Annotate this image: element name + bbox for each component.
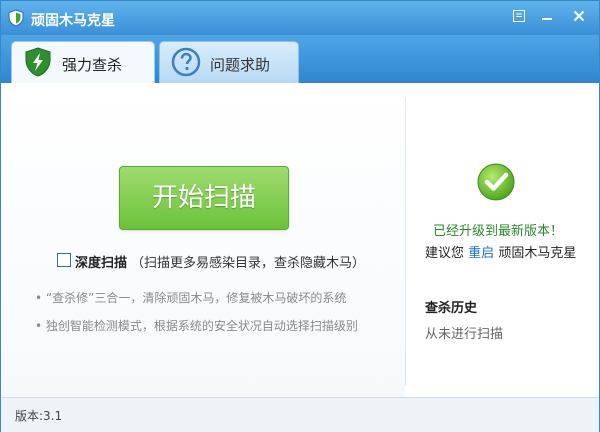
minimize-icon [542, 18, 552, 20]
title-bar[interactable]: 顽固木马克星 [1, 1, 599, 35]
tab-label: 问题求助 [210, 56, 271, 74]
status-bar: 版本:3.1 [1, 397, 599, 432]
tab-strong-scan[interactable]: 强力查杀 [11, 41, 155, 84]
close-button[interactable] [569, 7, 589, 25]
feature-item: • “查杀修”三合一，清除顽固木马，修复被木马破坏的系统 [35, 291, 347, 305]
version-label: 版本:3.1 [15, 409, 63, 423]
history-text: 从未进行扫描 [425, 327, 504, 342]
app-window: 顽固木马克星 强力查杀 问题求助 开始扫描 深度扫描 （扫描更多易感染目录，查杀… [0, 0, 600, 432]
scan-panel [1, 83, 405, 397]
suggest-suffix: 顽固木马克星 [498, 246, 577, 261]
status-panel [406, 83, 599, 397]
menu-button[interactable] [509, 7, 529, 25]
tab-bar: 强力查杀 问题求助 [1, 35, 599, 84]
tab-help[interactable]: 问题求助 [159, 41, 299, 84]
restart-suggestion: 建议您 重启 顽固木马克星 [425, 242, 576, 261]
app-shield-icon [8, 9, 24, 27]
upgrade-status: 已经升级到最新版本！ [433, 224, 564, 239]
feature-text: “查杀修”三合一，清除顽固木马，修复被木马破坏的系统 [45, 291, 347, 305]
window-title: 顽固木马克星 [31, 13, 115, 29]
history-title: 查杀历史 [425, 301, 478, 316]
close-icon [573, 10, 585, 22]
feature-text: 独创智能检测模式，根据系统的安全状况自动选择扫描级别 [45, 319, 358, 333]
restart-link[interactable]: 重启 [468, 246, 494, 261]
menu-icon [513, 10, 525, 22]
check-icon [477, 163, 515, 201]
minimize-button[interactable] [537, 7, 557, 25]
feature-item: • 独创智能检测模式，根据系统的安全状况自动选择扫描级别 [35, 319, 358, 333]
deep-scan-label[interactable]: 深度扫描 [75, 252, 127, 271]
question-icon [171, 47, 201, 77]
deep-scan-checkbox[interactable] [57, 253, 71, 267]
shield-lightning-icon [25, 47, 51, 77]
start-scan-button[interactable]: 开始扫描 [119, 166, 289, 230]
suggest-prefix: 建议您 [425, 246, 465, 261]
deep-scan-description: （扫描更多易感染目录，查杀隐藏木马） [131, 256, 366, 271]
tab-label: 强力查杀 [62, 56, 123, 74]
